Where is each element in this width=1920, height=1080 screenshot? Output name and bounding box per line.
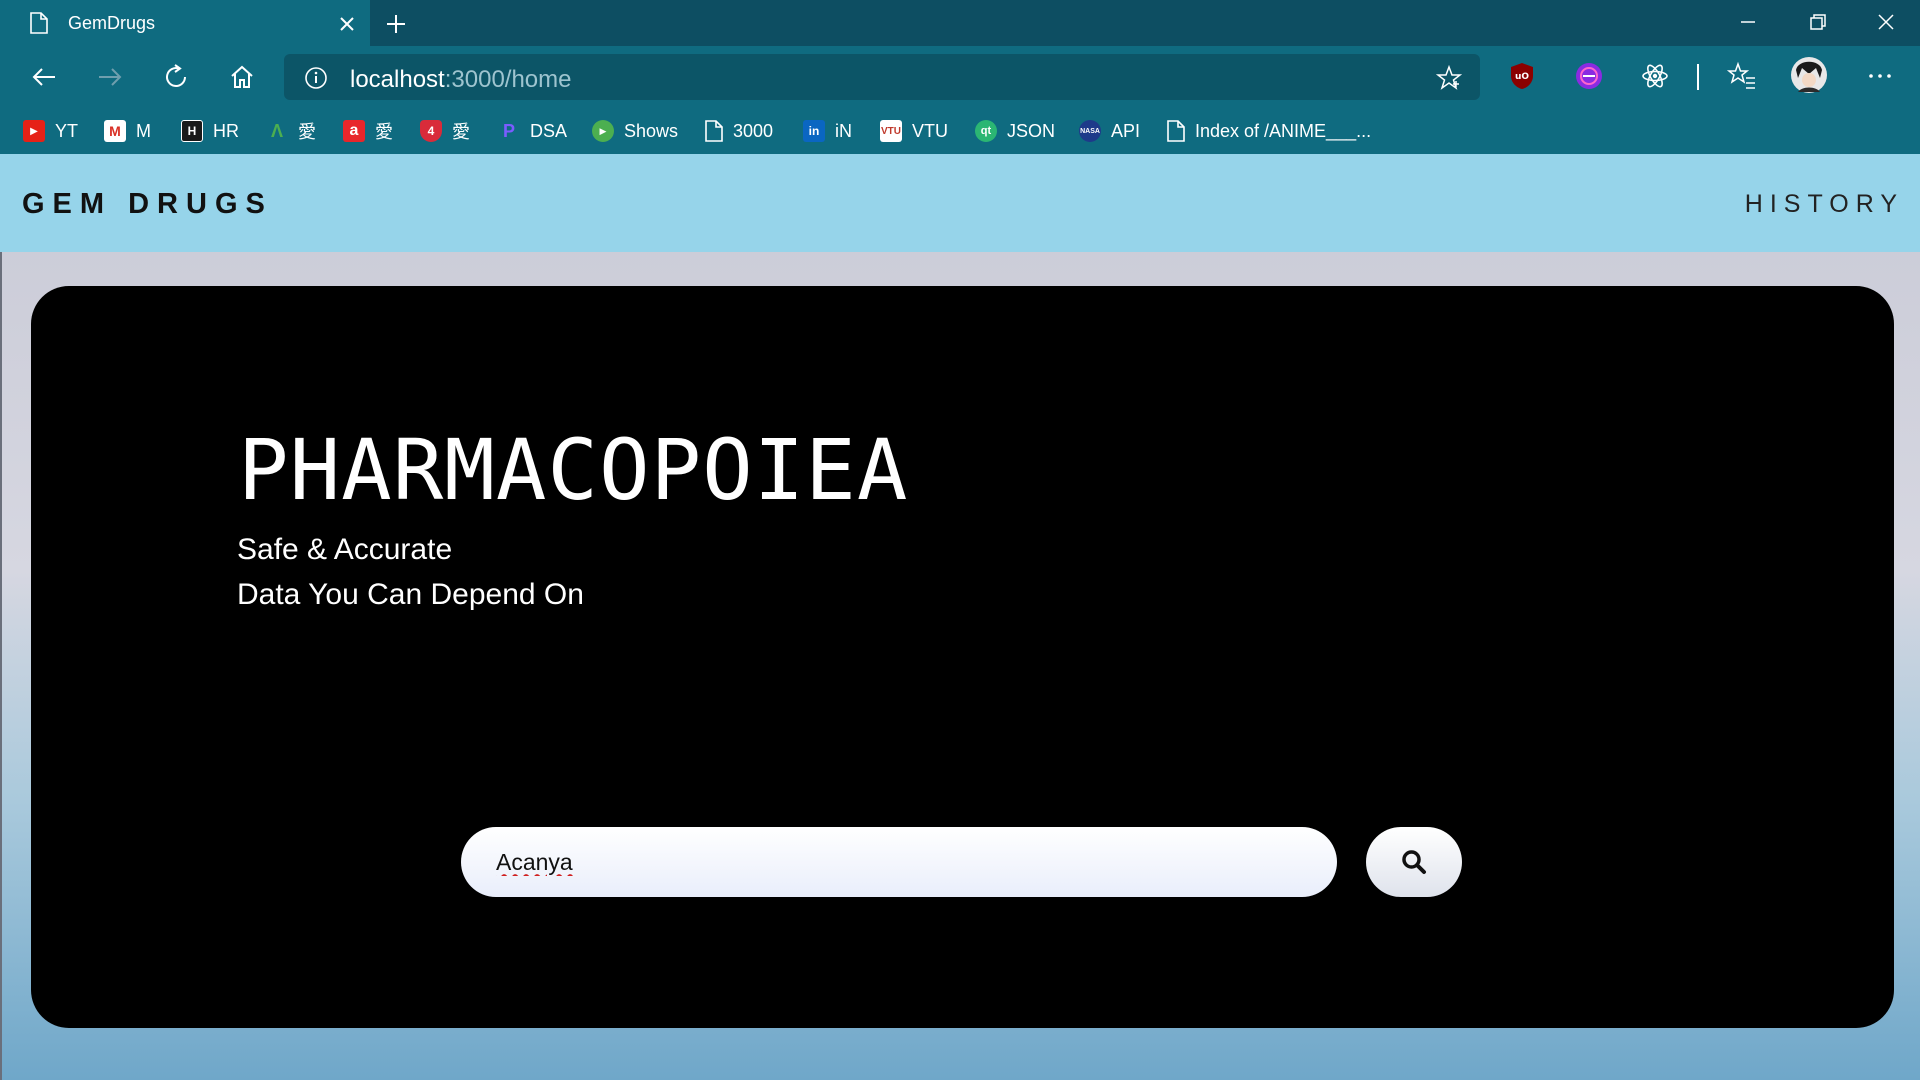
bookmark-vtu[interactable]: VTU VTU [880, 119, 948, 143]
bookmark-api[interactable]: NASA API [1079, 119, 1140, 143]
hero-subtitle-line2: Data You Can Depend On [237, 578, 584, 611]
site-brand-logo[interactable]: GEM DRUGS [22, 188, 273, 221]
drug-search-input[interactable] [461, 827, 1337, 897]
back-arrow-icon[interactable] [29, 62, 59, 92]
site-navbar: GEM DRUGS HISTORY [0, 154, 1920, 252]
bookmark-label: Shows [624, 120, 679, 141]
bookmarks-bar: ▶ YT M M H HR Λ 愛 a 愛 4 愛 P DSA ▶ Shows … [0, 108, 1920, 154]
bookmark-hackerrank[interactable]: H HR [181, 119, 239, 143]
anime-red-a-icon: a [343, 120, 365, 142]
favorite-star-icon[interactable] [1436, 65, 1462, 91]
more-menu-icon[interactable] [1864, 60, 1896, 92]
bookmark-json[interactable]: qt JSON [975, 119, 1055, 143]
bookmark-label: API [1111, 120, 1141, 141]
home-icon[interactable] [227, 62, 257, 92]
bookmark-shows[interactable]: ▶ Shows [592, 119, 678, 143]
bookmark-label: Index of /ANIME___... [1195, 120, 1372, 141]
nasa-icon: NASA [1079, 120, 1101, 142]
json-qt-icon: qt [975, 120, 997, 142]
search-button[interactable] [1366, 827, 1462, 897]
close-window-icon[interactable] [1874, 10, 1898, 34]
page-icon [705, 120, 723, 142]
hackerrank-icon: H [181, 120, 203, 142]
ublock-extension-icon[interactable]: uO [1506, 60, 1538, 92]
anime-a-icon: Λ [270, 120, 283, 141]
url-path: :3000/home [444, 66, 572, 93]
close-tab-icon[interactable] [337, 14, 357, 34]
browser-tab-active[interactable]: GemDrugs [0, 0, 370, 46]
favorites-icon[interactable] [1726, 60, 1758, 92]
bookmark-anime-index[interactable]: Index of /ANIME___... [1167, 119, 1371, 143]
bookmark-anime-1[interactable]: Λ 愛 [266, 119, 316, 143]
bookmark-youtube[interactable]: ▶ YT [23, 119, 78, 143]
bookmark-label: JSON [1007, 120, 1056, 141]
purple-extension-icon[interactable] [1573, 60, 1605, 92]
bookmark-gmail[interactable]: M M [104, 119, 151, 143]
search-icon [1402, 850, 1426, 874]
page-icon [1167, 120, 1185, 142]
gmail-icon: M [104, 120, 126, 142]
url-text[interactable]: localhost:3000/home [350, 66, 572, 94]
url-host: localhost [350, 66, 445, 93]
bookmark-label: DSA [530, 120, 568, 141]
bookmark-label: 愛 [452, 122, 470, 142]
forward-arrow-icon[interactable] [95, 62, 125, 92]
bookmark-label: YT [55, 120, 79, 141]
youtube-icon: ▶ [23, 120, 45, 142]
hero-card: PHARMACOPOIEA Safe & Accurate Data You C… [31, 286, 1894, 1028]
bookmark-anime-2[interactable]: a 愛 [343, 119, 393, 143]
bookmark-dsa[interactable]: P DSA [498, 119, 567, 143]
hero-title: PHARMACOPOIEA [238, 421, 909, 519]
nav-history-link[interactable]: HISTORY [1745, 190, 1904, 219]
bookmark-label: 3000 [733, 120, 774, 141]
minimize-icon[interactable] [1736, 10, 1760, 34]
svg-text:uO: uO [1515, 72, 1529, 82]
bookmark-label: 愛 [375, 122, 393, 142]
restore-icon[interactable] [1806, 10, 1830, 34]
bookmark-label: VTU [912, 120, 948, 141]
hero-subtitle-line1: Safe & Accurate [237, 533, 453, 566]
browser-toolbar: localhost:3000/home uO [0, 46, 1920, 108]
bookmark-label: iN [835, 120, 852, 141]
profile-avatar[interactable] [1790, 56, 1828, 94]
linkedin-icon: in [803, 120, 825, 142]
react-devtools-icon[interactable] [1639, 60, 1671, 92]
address-bar[interactable]: localhost:3000/home [284, 54, 1480, 100]
anime-shield-icon: 4 [420, 120, 442, 142]
shows-icon: ▶ [592, 120, 614, 142]
page-viewport: GEM DRUGS HISTORY PHARMACOPOIEA Safe & A… [0, 154, 1920, 1080]
page-icon [30, 12, 48, 34]
vtu-icon: VTU [880, 120, 902, 142]
site-info-icon[interactable] [304, 66, 328, 90]
browser-titlebar: GemDrugs [0, 0, 1920, 46]
refresh-icon[interactable] [161, 62, 191, 92]
toolbar-separator [1697, 64, 1699, 90]
new-tab-icon[interactable] [384, 12, 408, 36]
bookmark-label: HR [213, 120, 239, 141]
dsa-icon: P [502, 120, 515, 141]
bookmark-label: M [136, 120, 151, 141]
bookmark-label: 愛 [298, 122, 316, 142]
bookmark-3000[interactable]: 3000 [705, 119, 773, 143]
bookmark-anime-3[interactable]: 4 愛 [420, 119, 470, 143]
bookmark-linkedin[interactable]: in iN [803, 119, 852, 143]
tab-title: GemDrugs [68, 13, 156, 33]
